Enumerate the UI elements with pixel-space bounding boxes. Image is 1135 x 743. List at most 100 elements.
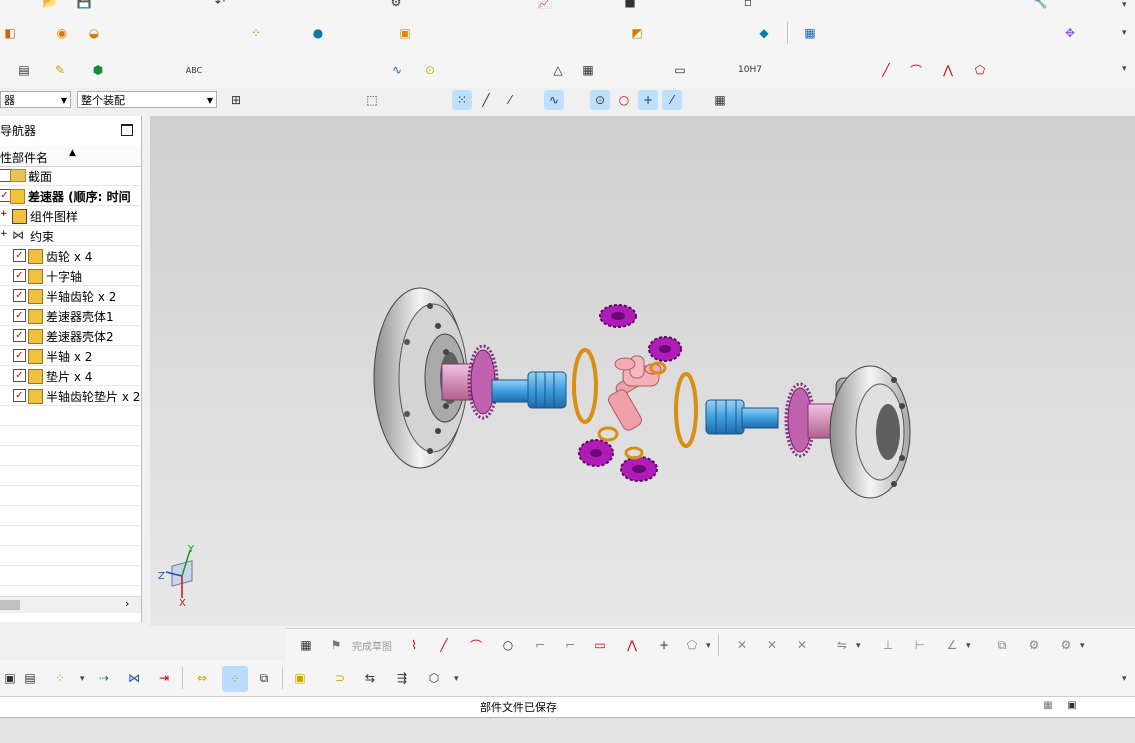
snap-circle-icon[interactable]: ○ bbox=[614, 90, 634, 110]
polyline-icon[interactable]: ⋀ bbox=[938, 60, 958, 80]
tree-row-constraints[interactable]: + ⋈ 约束 bbox=[0, 226, 141, 246]
select-box-icon[interactable]: ⬚ bbox=[362, 90, 382, 110]
row2-dropdown[interactable]: ▾ bbox=[1122, 28, 1127, 38]
arc-icon[interactable]: ⌒ bbox=[466, 635, 486, 655]
studio-spline-icon[interactable]: ⋀ bbox=[622, 635, 642, 655]
open-icon[interactable]: 📂 bbox=[40, 0, 60, 12]
snap-mid-icon[interactable]: ⁄ bbox=[500, 90, 520, 110]
tolerance-icon[interactable]: 10H7 bbox=[738, 60, 762, 80]
checkbox-icon[interactable]: ✓ bbox=[13, 369, 26, 382]
wrench-icon[interactable]: 🔧 bbox=[1030, 0, 1050, 12]
row3-dropdown[interactable]: ▾ bbox=[1122, 64, 1127, 74]
spreadsheet-icon[interactable]: ▤ bbox=[14, 60, 34, 80]
offset-curve-icon[interactable]: ⬠ bbox=[682, 635, 702, 655]
profile-icon[interactable]: ⌇ bbox=[404, 635, 424, 655]
component-pattern-icon[interactable]: ⁘ bbox=[50, 668, 70, 688]
snap-cross-icon[interactable]: + bbox=[638, 90, 658, 110]
cube-icon[interactable]: ▣ bbox=[395, 23, 415, 43]
type-filter-combo[interactable]: 器 ▼ bbox=[0, 91, 71, 108]
scope-combo[interactable]: 整个装配 ▼ bbox=[77, 91, 217, 108]
note-icon[interactable]: ▭ bbox=[670, 60, 690, 80]
tree-row-component[interactable]: ✓ 半轴齿轮垫片 x 2 bbox=[0, 386, 141, 406]
fillet-icon[interactable]: ⌐ bbox=[530, 635, 550, 655]
line-icon[interactable]: ╱ bbox=[876, 60, 896, 80]
undo-icon[interactable]: ↶ bbox=[210, 0, 230, 12]
tree-row-arrangement[interactable]: + 组件图样 bbox=[0, 206, 141, 226]
sketch-settings-icon[interactable]: ⚙ bbox=[1056, 635, 1076, 655]
checkbox-icon[interactable]: ✓ bbox=[13, 329, 26, 342]
dimension-icon[interactable]: ⊢ bbox=[910, 635, 930, 655]
add-component-icon[interactable]: ▣ bbox=[0, 668, 20, 688]
clearance-icon[interactable]: ⊃ bbox=[330, 668, 350, 688]
checkbox-icon[interactable]: ✓ bbox=[13, 309, 26, 322]
grid-icon[interactable]: ▦ bbox=[710, 90, 730, 110]
filter-icon[interactable]: ⊞ bbox=[226, 90, 246, 110]
point-icon[interactable]: + bbox=[654, 635, 674, 655]
product-interface-icon[interactable]: ⇶ bbox=[392, 668, 412, 688]
rectangle-icon[interactable]: ▭ bbox=[590, 635, 610, 655]
show-dof-icon[interactable]: ⇥ bbox=[154, 668, 174, 688]
reposition-icon[interactable]: ⧉ bbox=[254, 668, 274, 688]
finish-sketch-flag-icon[interactable]: ⚑ bbox=[326, 635, 346, 655]
checkbox-icon[interactable]: ✓ bbox=[13, 269, 26, 282]
wave-link-icon[interactable]: ⇆ bbox=[360, 668, 380, 688]
assembly-toolbar-dropdown[interactable]: ▾ bbox=[1122, 674, 1127, 684]
stop-icon[interactable]: ▫ bbox=[738, 0, 758, 12]
expand-icon[interactable]: + bbox=[0, 229, 8, 239]
arc-icon[interactable]: ⌒ bbox=[906, 60, 926, 80]
checkbox-icon[interactable]: ✓ bbox=[13, 389, 26, 402]
face-icon[interactable]: ◩ bbox=[627, 23, 647, 43]
scrollbar-thumb[interactable] bbox=[0, 600, 20, 610]
mirror-icon[interactable]: ⇋ bbox=[832, 635, 852, 655]
trim-icon[interactable]: ✕ bbox=[732, 635, 752, 655]
checkbox-icon[interactable]: ✓ bbox=[13, 289, 26, 302]
circle-icon[interactable]: ○ bbox=[498, 635, 518, 655]
plane-icon[interactable]: ◆ bbox=[754, 23, 774, 43]
assembly-icon[interactable]: ⬢ bbox=[88, 60, 108, 80]
datum-icon[interactable]: ● bbox=[308, 23, 328, 43]
checkbox-icon[interactable]: ✓ bbox=[13, 249, 26, 262]
move-component-icon[interactable]: ⇢ bbox=[94, 668, 114, 688]
scroll-right-icon[interactable]: › bbox=[125, 597, 129, 610]
tree-row-component[interactable]: ✓ 十字轴 bbox=[0, 266, 141, 286]
gear-chamfer-icon[interactable]: ◧ bbox=[0, 23, 20, 43]
constraint-icon[interactable]: ⊥ bbox=[878, 635, 898, 655]
more-assembly-icon[interactable]: ⬡ bbox=[424, 668, 444, 688]
tree-row-component[interactable]: ✓ 齿轮 x 4 bbox=[0, 246, 141, 266]
box-icon[interactable]: ■ bbox=[620, 0, 640, 12]
tree-row-component[interactable]: ✓ 差速器壳体1 bbox=[0, 306, 141, 326]
finish-sketch-button[interactable]: 完成草图 bbox=[352, 638, 392, 653]
sketch-icon[interactable]: ▦ bbox=[296, 635, 316, 655]
pattern-icon[interactable]: ⁘ bbox=[246, 23, 266, 43]
snap-point-icon[interactable]: ⁙ bbox=[452, 90, 472, 110]
tree-row-component[interactable]: ✓ 半轴 x 2 bbox=[0, 346, 141, 366]
save-icon[interactable]: 💾 bbox=[74, 0, 94, 12]
shell-icon[interactable]: ◒ bbox=[84, 23, 104, 43]
exploded-view-icon[interactable]: ⇔ bbox=[192, 668, 212, 688]
assembly-constraints-icon[interactable]: ⋈ bbox=[124, 668, 144, 688]
chart-icon[interactable]: 📈 bbox=[535, 0, 555, 12]
nut-icon[interactable]: ⊙ bbox=[420, 60, 440, 80]
swept-icon[interactable]: ✥ bbox=[1060, 23, 1080, 43]
spring-icon[interactable]: ∿ bbox=[387, 60, 407, 80]
table-icon[interactable]: ▦ bbox=[578, 60, 598, 80]
graphics-viewport[interactable]: Y Z X bbox=[150, 116, 1135, 626]
tree-row-sections[interactable]: 截面 bbox=[0, 166, 141, 186]
alternate-solution-icon[interactable]: ⚙ bbox=[1024, 635, 1044, 655]
expand-icon[interactable]: + bbox=[0, 209, 8, 219]
measure-icon[interactable]: ✎ bbox=[50, 60, 70, 80]
new-component-icon[interactable]: ▤ bbox=[20, 668, 40, 688]
make-corner-icon[interactable]: ✕ bbox=[792, 635, 812, 655]
tree-row-component[interactable]: ✓ 半轴齿轮 x 2 bbox=[0, 286, 141, 306]
tree-row-component[interactable]: ✓ 差速器壳体2 bbox=[0, 326, 141, 346]
snap-tangent-icon[interactable]: ⁄ bbox=[662, 90, 682, 110]
text-abc-icon[interactable]: ABC bbox=[184, 60, 204, 80]
column-header[interactable]: 性部件名 ▲ bbox=[0, 146, 141, 167]
geometric-constraint-icon[interactable]: ∠ bbox=[942, 635, 962, 655]
line-icon[interactable]: ╱ bbox=[434, 635, 454, 655]
snap-center-icon[interactable]: ⊙ bbox=[590, 90, 610, 110]
explode-components-icon[interactable]: ⁘ bbox=[222, 666, 248, 692]
triangle-icon[interactable]: △ bbox=[548, 60, 568, 80]
gear-icon[interactable]: ⚙ bbox=[386, 0, 406, 12]
row1-dropdown[interactable]: ▾ bbox=[1122, 0, 1127, 10]
